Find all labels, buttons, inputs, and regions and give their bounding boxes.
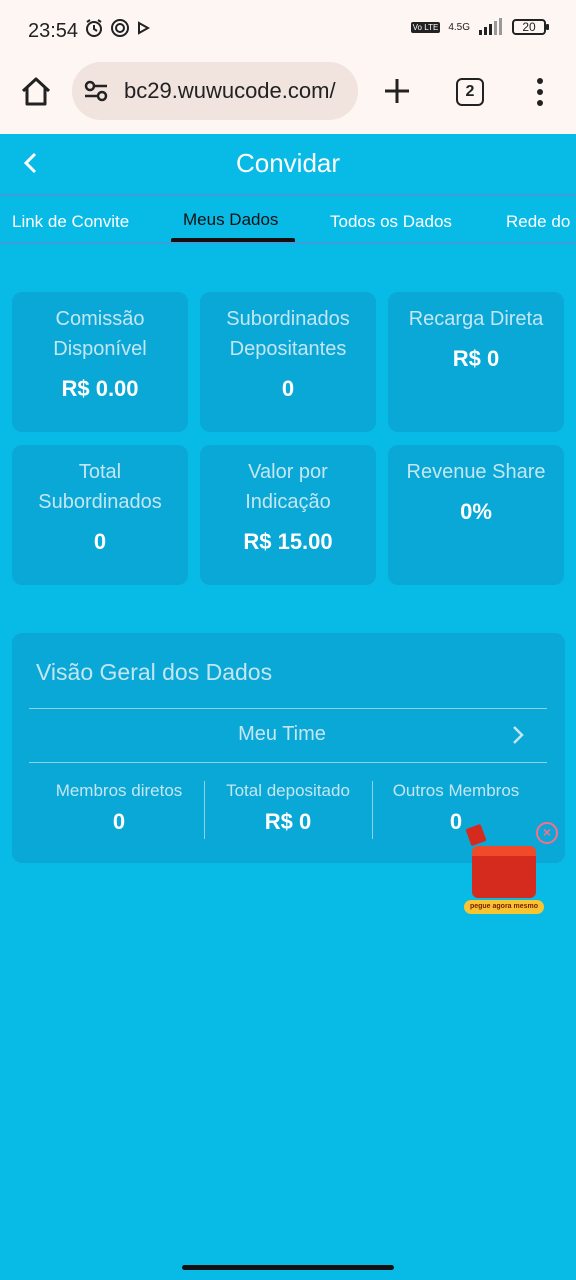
signal-icon (479, 18, 502, 35)
network-type: 4.5G (448, 21, 470, 33)
card-label: Recarga Direta (408, 308, 544, 330)
page-title: Convidar (235, 148, 341, 178)
card-value: R$ 0.00 (61, 376, 139, 401)
tab-todos-os-dados[interactable]: Todos os Dados (330, 212, 452, 232)
volte-indicator: Vo LTE (410, 21, 441, 33)
card-total-subordinados: Total Subordinados 0 (12, 445, 188, 585)
home-icon[interactable] (18, 74, 54, 110)
card-value: R$ 0 (452, 346, 500, 371)
card-value: 0% (460, 499, 492, 524)
tab-meus-dados[interactable]: Meus Dados (183, 210, 278, 230)
card-label: Valor por Indicação (245, 461, 331, 513)
tab-rede[interactable]: Rede do (506, 212, 570, 232)
card-value: 0 (93, 529, 107, 554)
card-label: Comissão Disponível (53, 308, 147, 360)
tab-link-de-convite[interactable]: Link de Convite (12, 212, 129, 232)
app-header: Convidar (0, 134, 576, 196)
overview-title: Visão Geral dos Dados (36, 659, 273, 685)
browser-toolbar: bc29.wuwucode.com/ 2 (0, 62, 576, 134)
more-options-icon[interactable] (530, 76, 550, 108)
stat-label: Total depositado (226, 781, 350, 800)
active-tab-indicator (171, 238, 295, 242)
status-icons-left (84, 18, 150, 38)
card-revenue-share: Revenue Share 0% (388, 445, 564, 585)
card-label: Subordinados Depositantes (226, 308, 350, 360)
divider (29, 708, 547, 709)
tab-switcher-button[interactable]: 2 (456, 78, 484, 106)
home-indicator[interactable] (182, 1265, 394, 1270)
battery-indicator: 20 (512, 19, 549, 35)
app-notification-icon (111, 19, 129, 37)
card-comissao-disponivel: Comissão Disponível R$ 0.00 (12, 292, 188, 432)
gift-box-icon (472, 846, 536, 898)
card-value: R$ 15.00 (243, 529, 333, 554)
stat-label: Outros Membros (392, 781, 520, 800)
status-bar: 23:54 Vo LTE 4.5G 20 (0, 0, 576, 62)
alarm-icon (86, 19, 102, 37)
card-subordinados-depositantes: Subordinados Depositantes 0 (200, 292, 376, 432)
card-label: Total Subordinados (38, 461, 162, 513)
card-label: Revenue Share (406, 461, 546, 483)
stat-total-depositado: Total depositado R$ 0 (198, 781, 378, 835)
chevron-right-icon[interactable] (508, 723, 528, 747)
close-icon[interactable]: × (536, 822, 558, 844)
play-icon (138, 21, 150, 35)
address-bar[interactable]: bc29.wuwucode.com/ (72, 62, 358, 120)
card-recarga-direta: Recarga Direta R$ 0 (388, 292, 564, 432)
url-text: bc29.wuwucode.com/ (124, 78, 336, 103)
status-time: 23:54 (28, 20, 79, 42)
floating-promo[interactable]: × pegue agora mesmo (460, 818, 560, 918)
stat-value: 0 (112, 809, 126, 834)
card-value: 0 (281, 376, 295, 401)
site-settings-icon[interactable] (82, 77, 110, 105)
promo-label: pegue agora mesmo (464, 900, 544, 914)
stat-membros-diretos: Membros diretos 0 (29, 781, 209, 835)
divider (29, 762, 547, 763)
red-envelope-icon (465, 823, 487, 847)
stat-label: Membros diretos (55, 781, 183, 800)
status-icons-right: Vo LTE 4.5G 20 (410, 18, 549, 36)
card-valor-por-indicacao: Valor por Indicação R$ 15.00 (200, 445, 376, 585)
stat-value: R$ 0 (264, 809, 312, 834)
tab-bar: Link de Convite Meus Dados Todos os Dado… (0, 198, 576, 244)
my-team-link[interactable]: Meu Time (12, 723, 552, 746)
new-tab-icon[interactable] (380, 74, 414, 108)
